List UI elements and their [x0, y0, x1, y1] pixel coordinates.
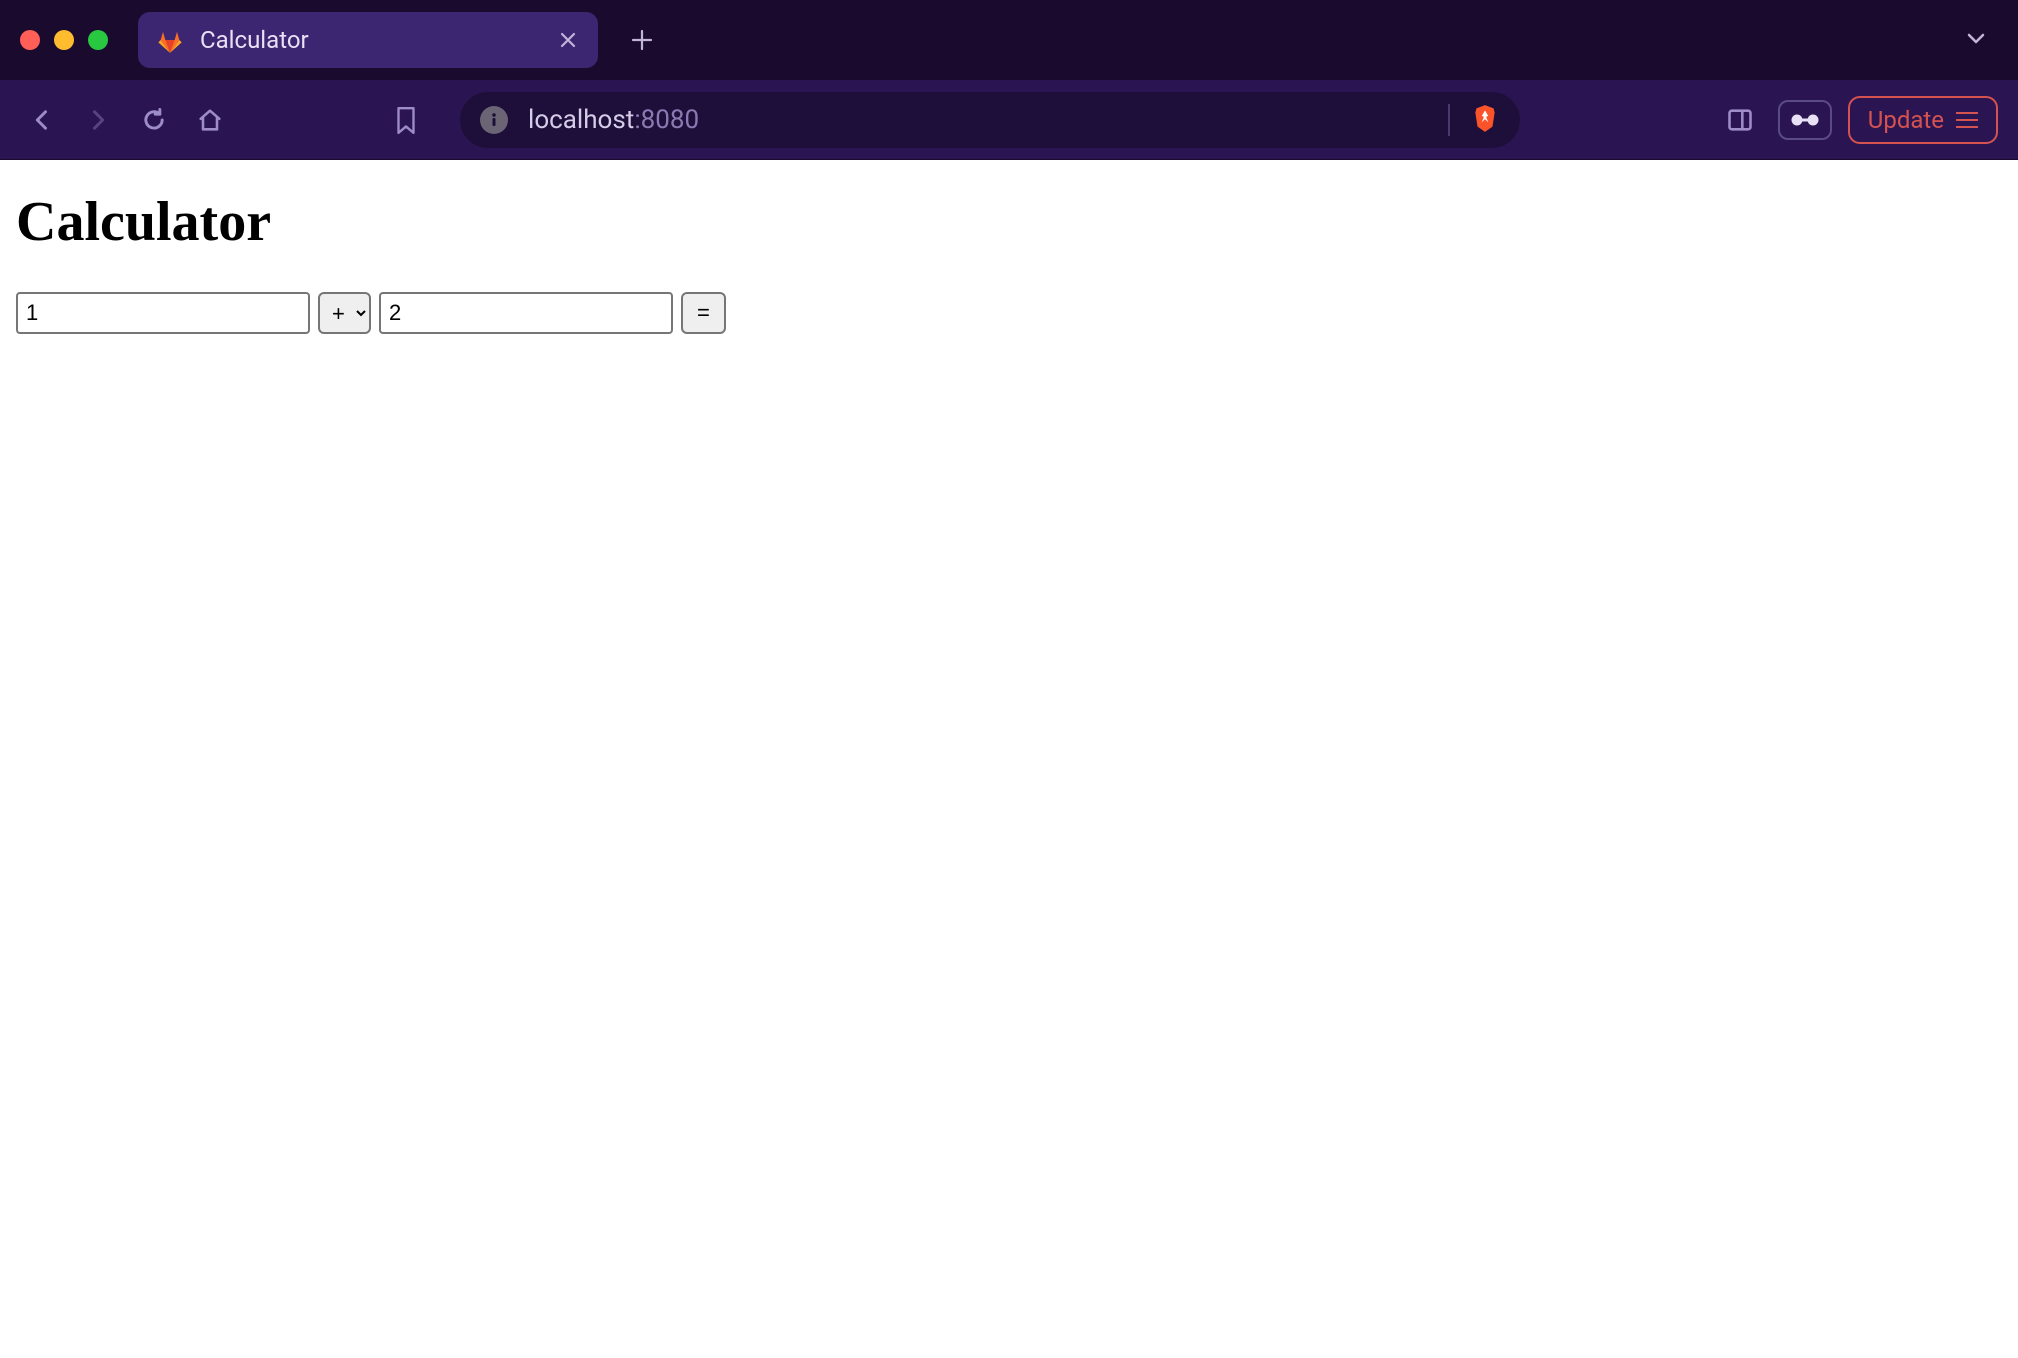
- new-tab-button[interactable]: [622, 20, 662, 60]
- site-info-icon[interactable]: [480, 106, 508, 134]
- tabs-dropdown-icon[interactable]: [1964, 26, 1988, 54]
- hamburger-icon: [1956, 112, 1978, 128]
- tab-title: Calculator: [200, 26, 540, 54]
- forward-button[interactable]: [76, 98, 120, 142]
- page-title: Calculator: [16, 190, 2002, 254]
- url-text: localhost:8080: [528, 105, 1428, 135]
- reload-button[interactable]: [132, 98, 176, 142]
- tab-close-icon[interactable]: [556, 28, 580, 52]
- url-port: :8080: [634, 105, 699, 135]
- window-maximize-button[interactable]: [88, 30, 108, 50]
- titlebar: Calculator: [0, 0, 2018, 80]
- browser-tab[interactable]: Calculator: [138, 12, 598, 68]
- url-host: localhost: [528, 105, 634, 135]
- window-minimize-button[interactable]: [54, 30, 74, 50]
- addressbar-divider: [1448, 104, 1450, 136]
- gitlab-icon: [156, 26, 184, 54]
- update-label: Update: [1868, 106, 1944, 134]
- reader-mode-button[interactable]: [1778, 100, 1832, 140]
- operand1-input[interactable]: [16, 292, 310, 334]
- sidebar-toggle-button[interactable]: [1718, 98, 1762, 142]
- bookmark-button[interactable]: [384, 98, 428, 142]
- update-button[interactable]: Update: [1848, 96, 1998, 144]
- tabs-area: Calculator: [138, 12, 1964, 68]
- calculator-form: + =: [16, 292, 2002, 334]
- address-bar[interactable]: localhost:8080: [460, 92, 1520, 148]
- operator-select[interactable]: +: [318, 292, 371, 334]
- back-button[interactable]: [20, 98, 64, 142]
- toolbar: localhost:8080 Upd: [0, 80, 2018, 160]
- page-content: Calculator + =: [0, 160, 2018, 364]
- window-close-button[interactable]: [20, 30, 40, 50]
- browser-chrome: Calculator: [0, 0, 2018, 160]
- brave-shield-icon[interactable]: [1470, 103, 1500, 137]
- operand2-input[interactable]: [379, 292, 673, 334]
- equals-button[interactable]: =: [681, 292, 726, 334]
- toolbar-right: Update: [1718, 96, 1998, 144]
- home-button[interactable]: [188, 98, 232, 142]
- window-controls: [20, 30, 108, 50]
